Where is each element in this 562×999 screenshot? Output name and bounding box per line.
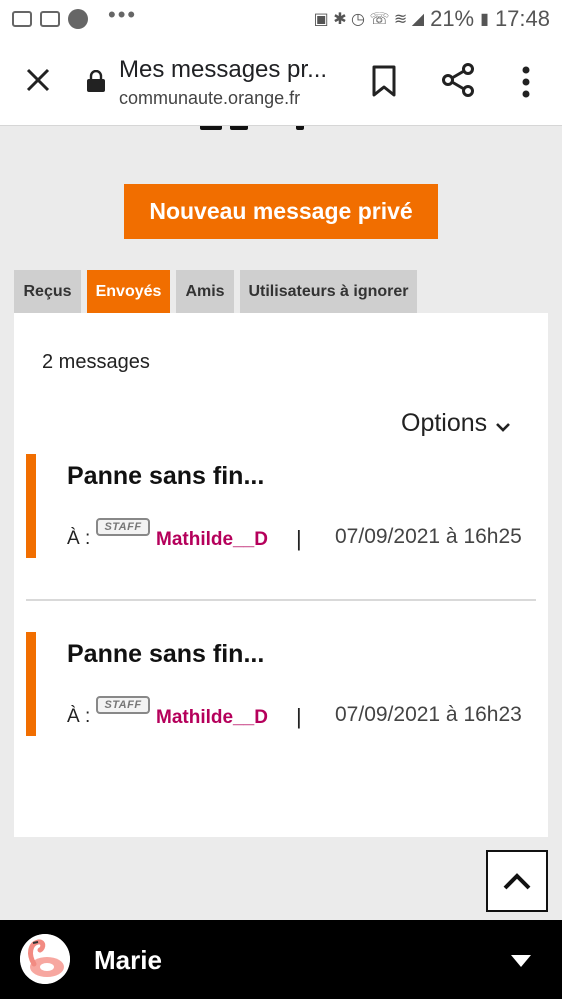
tab-sent[interactable]: Envoyés [87,270,170,313]
battery-percent: 21% [430,6,475,31]
scroll-to-top-button[interactable] [486,850,548,912]
battery-icon: ▮ [480,11,489,28]
flamingo-float-icon [20,934,70,984]
more-vert-icon[interactable] [516,64,536,100]
account-bar[interactable]: Marie [0,920,562,999]
scrolled-heading-remnant [200,126,310,130]
staff-badge: STAFF [96,696,150,714]
recipient-username[interactable]: Mathilde__D [156,529,268,551]
message-accent-bar [26,632,36,736]
message-date: 07/09/2021 à 16h23 [335,703,522,726]
recipient-label: À : [67,706,91,727]
notification-app-icon [12,11,32,27]
status-bar: ••• ▣ ✱ ◷ ☏ ≋ ◢ 21% ▮ 17:48 [0,0,562,38]
avatar [20,934,70,984]
separator: | [296,526,302,551]
message-item[interactable]: Panne sans fin... À : STAFF Mathilde__D … [26,454,548,558]
tab-friends[interactable]: Amis [176,270,234,313]
chevron-up-icon [503,873,531,890]
tab-ignored-users[interactable]: Utilisateurs à ignorer [240,270,417,313]
browser-toolbar: Mes messages pr... communaute.orange.fr [0,38,562,126]
messages-panel: 2 messages Options Panne sans fin... À :… [14,313,548,837]
page-title: Mes messages pr... [119,56,328,83]
tab-received[interactable]: Reçus [14,270,81,313]
chevron-down-icon [496,422,511,432]
share-icon[interactable] [440,62,476,98]
page-url: communaute.orange.fr [119,88,301,108]
new-private-message-button[interactable]: Nouveau message privé [124,184,438,239]
notification-app-icon [40,11,60,27]
message-count: 2 messages [42,351,150,373]
account-username: Marie [94,945,162,975]
options-dropdown[interactable]: Options [401,409,511,438]
caret-down-icon[interactable] [510,954,532,968]
separator: | [296,704,302,729]
message-subject[interactable]: Panne sans fin... [67,462,264,491]
message-date: 07/09/2021 à 16h25 [335,525,522,548]
recipient-username[interactable]: Mathilde__D [156,707,268,729]
divider [26,599,536,601]
message-subject[interactable]: Panne sans fin... [67,640,264,669]
options-label: Options [401,409,488,437]
lock-icon [87,70,105,92]
signal-icons: ▣ ✱ ◷ ☏ ≋ ◢ [313,11,425,28]
recipient-label: À : [67,528,91,549]
notification-circle-icon [68,9,88,29]
close-icon[interactable] [22,64,54,96]
message-item[interactable]: Panne sans fin... À : STAFF Mathilde__D … [26,632,548,736]
more-notifications-icon: ••• [108,2,138,27]
staff-badge: STAFF [96,518,150,536]
message-accent-bar [26,454,36,558]
clock: 17:48 [494,6,550,31]
bookmark-icon[interactable] [370,64,398,98]
message-tabs: Reçus Envoyés Amis Utilisateurs à ignore… [14,270,417,313]
